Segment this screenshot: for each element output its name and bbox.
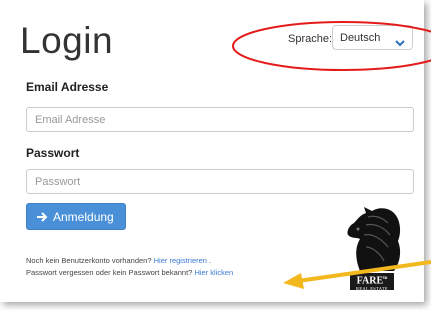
login-card: Login Sprache: Deutsch Email Adresse Pas…: [0, 0, 424, 302]
forgot-text: Passwort vergessen oder kein Passwort be…: [26, 268, 193, 277]
logo-subtitle: REAL ESTATE: [356, 286, 388, 292]
language-select[interactable]: Deutsch: [332, 25, 413, 50]
register-link[interactable]: Hier registrieren: [154, 256, 207, 265]
login-button-label: Anmeldung: [53, 209, 114, 224]
chevron-down-icon: [395, 34, 405, 52]
forgot-password-link[interactable]: Hier klicken: [194, 268, 233, 277]
company-logo: FAREto REAL ESTATE: [350, 273, 394, 292]
email-label: Email Adresse: [26, 80, 109, 94]
language-label: Sprache:: [288, 33, 333, 45]
register-note: Noch kein Benutzerkonto vorhanden? Hier …: [26, 256, 211, 265]
login-button[interactable]: Anmeldung: [26, 203, 126, 230]
arrow-right-icon: [36, 211, 48, 222]
horse-logo-icon: [347, 207, 401, 271]
language-select-value: Deutsch: [340, 32, 381, 44]
password-field[interactable]: [26, 169, 414, 194]
email-field[interactable]: [26, 107, 414, 132]
logo-name: FARE: [356, 275, 384, 287]
page-title: Login: [20, 20, 114, 61]
register-suffix: .: [209, 256, 212, 265]
password-label: Passwort: [26, 146, 80, 160]
logo-superscript: to: [383, 276, 388, 281]
forgot-password-note: Passwort vergessen oder kein Passwort be…: [26, 268, 233, 277]
register-text: Noch kein Benutzerkonto vorhanden?: [26, 256, 152, 265]
